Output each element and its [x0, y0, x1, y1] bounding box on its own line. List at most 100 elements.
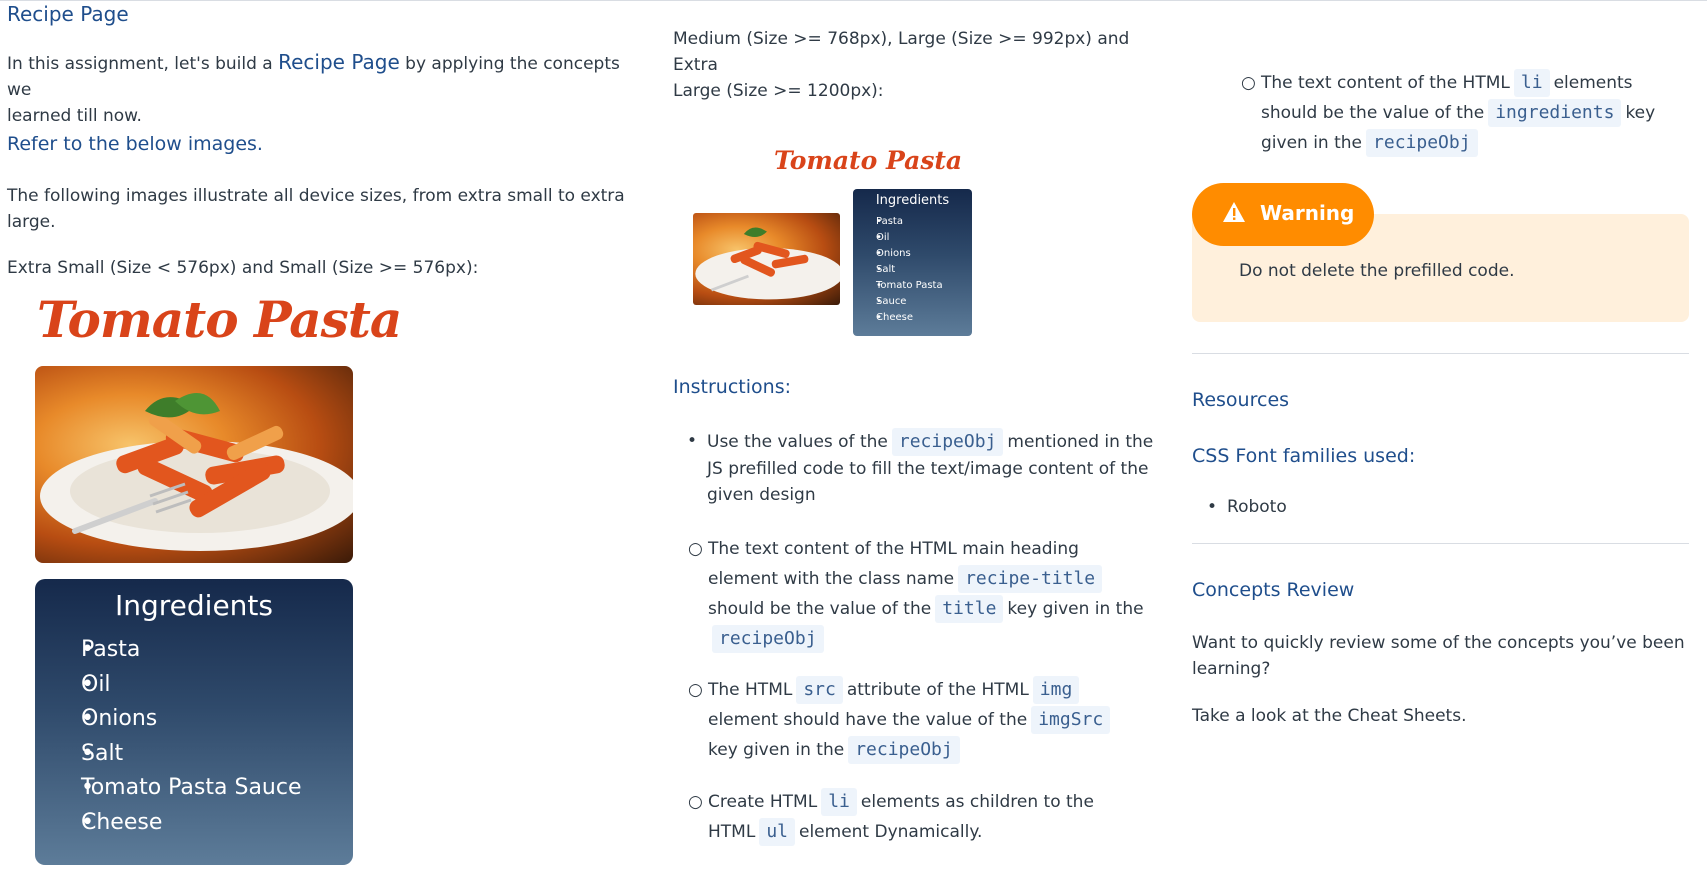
recipe-page-link[interactable]: Recipe Page	[278, 50, 400, 74]
top-divider	[0, 0, 1707, 1]
code-recipeObj: recipeObj	[1366, 129, 1478, 157]
instruction-item-4: ○ Create HTML li elements as children to t…	[688, 787, 1178, 847]
warning-text: Do not delete the prefilled code.	[1239, 261, 1515, 281]
md-size-label: Medium (Size >= 768px), Large (Size >= 9…	[673, 26, 1173, 104]
i1-line2: JS prefilled code to fill the text/image…	[707, 459, 1149, 479]
concepts-line1: Want to quickly review some of the conce…	[1192, 633, 1685, 653]
list-item: Tomato Pasta	[876, 278, 943, 294]
font-list-item: • Roboto	[1207, 494, 1287, 520]
md-preview-recipe-title: Tomato Pasta	[774, 146, 963, 175]
i3-line2: element should have the value of the	[708, 710, 1028, 730]
list-item: Tomato Pasta Sauce	[81, 771, 302, 806]
code-img: img	[1032, 676, 1080, 704]
filled-bullet: •	[1207, 497, 1218, 517]
concepts-paragraph: Want to quickly review some of the conce…	[1192, 630, 1689, 682]
hollow-bullet: ○	[688, 792, 703, 812]
md-line1: Medium (Size >= 768px), Large (Size >= 9…	[673, 29, 1130, 75]
page-heading: Recipe Page	[7, 2, 129, 26]
ingredients-list: Pasta Oil Onions Salt Tomato Pasta Sauce…	[81, 633, 302, 840]
resources-heading: Resources	[1192, 389, 1290, 411]
i3-line3: key given in the	[708, 740, 845, 760]
preview-recipe-title: Tomato Pasta	[37, 290, 402, 349]
following-paragraph: The following images illustrate all devi…	[7, 183, 647, 235]
list-item: Oil	[81, 668, 302, 703]
li-note: ○ The text content of the HTML li elements…	[1241, 68, 1681, 158]
font-name: Roboto	[1227, 497, 1287, 517]
instruction-item-3: ○ The HTML src attribute of the HTML img el…	[688, 675, 1178, 765]
list-item: Salt	[876, 262, 943, 278]
md-ingredients-heading: Ingredients	[875, 193, 950, 208]
filled-bullet: •	[687, 431, 698, 451]
list-item: Pasta	[876, 214, 943, 230]
hollow-bullet: ○	[688, 539, 703, 559]
code-ul: ul	[759, 818, 795, 846]
i1-text-a: Use the values of the	[707, 432, 888, 452]
code-recipeObj: recipeObj	[712, 625, 824, 653]
li-note-line3: given in the	[1261, 133, 1363, 153]
pasta-illustration	[40, 393, 353, 551]
i1-text-b: mentioned in the	[1007, 432, 1154, 452]
divider	[1192, 543, 1689, 544]
i3-text-a: The HTML	[708, 680, 793, 700]
i1-line3: given design	[707, 485, 816, 505]
list-item: Onions	[81, 702, 302, 737]
li-note-line2a: should be the value of the	[1261, 103, 1485, 123]
warning-icon	[1222, 201, 1246, 228]
intro-paragraph: In this assignment, let's build a Recipe…	[7, 49, 647, 129]
i4-line2a: HTML	[708, 822, 756, 842]
i2-line3b: key given in the	[1007, 599, 1144, 619]
md-ingredients-list: Pasta Oil Onions Salt Tomato Pasta Sauce…	[876, 214, 943, 326]
pasta-image	[35, 366, 353, 563]
li-note-line2b: key	[1625, 103, 1656, 123]
i4-text-b: elements as children to the	[860, 792, 1094, 812]
i2-line3a: should be the value of the	[708, 599, 932, 619]
following-line2: large.	[7, 212, 56, 232]
list-item: Sauce	[876, 294, 943, 310]
i4-text-a: Create HTML	[708, 792, 818, 812]
code-imgSrc: imgSrc	[1031, 706, 1111, 734]
code-recipeObj: recipeObj	[848, 736, 960, 764]
hollow-bullet: ○	[688, 680, 703, 700]
warning-label: Warning	[1260, 201, 1355, 225]
md-line2: Large (Size >= 1200px):	[673, 81, 884, 101]
code-recipeObj: recipeObj	[891, 428, 1004, 456]
list-item: Salt	[81, 737, 302, 772]
i4-line2b: element Dynamically.	[799, 822, 983, 842]
hollow-bullet: ○	[1241, 73, 1256, 93]
fonts-heading: CSS Font families used:	[1192, 445, 1416, 467]
list-item: Cheese	[876, 310, 943, 326]
intro-line2: learned till now.	[7, 106, 142, 126]
list-item: Cheese	[81, 806, 302, 841]
code-li: li	[821, 788, 857, 816]
concepts-line2: learning?	[1192, 659, 1271, 679]
md-pasta-illustration	[695, 227, 840, 300]
list-item: Onions	[876, 246, 943, 262]
list-item: Oil	[876, 230, 943, 246]
i2-line2: element with the class name	[708, 569, 955, 589]
md-pasta-image	[693, 213, 840, 305]
refer-heading: Refer to the below images.	[7, 133, 263, 155]
i3-text-b: attribute of the HTML	[846, 680, 1029, 700]
instruction-item-2: ○ The text content of the HTML main head…	[688, 534, 1178, 654]
code-recipe-title: recipe-title	[958, 565, 1103, 593]
code-src: src	[796, 676, 843, 704]
ingredients-heading: Ingredients	[115, 589, 273, 622]
code-title: title	[935, 595, 1004, 623]
concepts-heading: Concepts Review	[1192, 579, 1355, 601]
xs-size-label: Extra Small (Size < 576px) and Small (Si…	[7, 258, 479, 278]
md-ingredients-card: Ingredients Pasta Oil Onions Salt Tomato…	[853, 189, 972, 336]
code-li: li	[1513, 69, 1550, 97]
code-ingredients: ingredients	[1488, 99, 1622, 127]
cheat-sheets-text: Take a look at the Cheat Sheets.	[1192, 706, 1467, 726]
i2-line1: The text content of the HTML main headin…	[708, 539, 1079, 559]
instruction-item-1: • Use the values of the recipeObj mentione…	[687, 428, 1177, 508]
following-line1: The following images illustrate all devi…	[7, 186, 625, 206]
li-note-text-a: The text content of the HTML	[1261, 73, 1510, 93]
intro-text: In this assignment, let's build a	[7, 54, 279, 74]
instructions-heading: Instructions:	[673, 376, 791, 398]
li-note-text-b: elements	[1553, 73, 1633, 93]
ingredients-card: Ingredients Pasta Oil Onions Salt Tomato…	[35, 579, 353, 865]
list-item: Pasta	[81, 633, 302, 668]
warning-badge: Warning	[1192, 183, 1374, 246]
divider	[1192, 353, 1689, 354]
